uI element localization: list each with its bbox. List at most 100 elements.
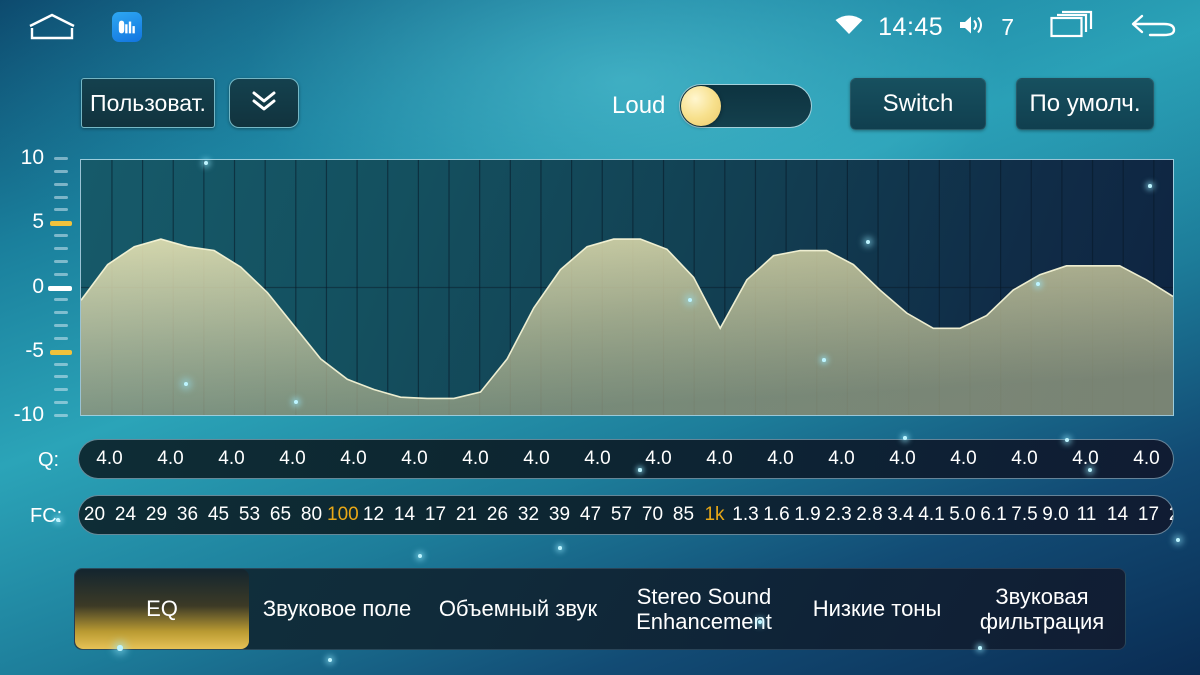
q-value-cell[interactable]: 4.0 bbox=[140, 448, 201, 470]
tab-eq[interactable]: EQ bbox=[75, 569, 249, 649]
fc-value-cell[interactable]: 29 bbox=[141, 504, 172, 526]
fc-value-cell[interactable]: 2.3 bbox=[823, 504, 854, 526]
switch-button[interactable]: Switch bbox=[850, 78, 986, 130]
fc-value-cell[interactable]: 20 bbox=[1164, 504, 1173, 526]
q-value-cell[interactable]: 4.0 bbox=[1116, 448, 1173, 470]
y-axis-tick bbox=[54, 234, 68, 238]
y-axis-tick bbox=[54, 375, 68, 379]
fc-value-cell[interactable]: 47 bbox=[575, 504, 606, 526]
y-axis-tick bbox=[54, 157, 68, 160]
q-value-cell[interactable]: 4.0 bbox=[933, 448, 994, 470]
q-values-row[interactable]: 4.0 4.0 4.0 4.0 4.0 4.0 4.0 4.0 4.0 4.0 4.0 4.0 4.0 4… bbox=[78, 439, 1174, 479]
fc-value-cell[interactable]: 39 bbox=[544, 504, 575, 526]
y-axis-label: 5 bbox=[32, 210, 44, 234]
fc-value-cell[interactable]: 6.1 bbox=[978, 504, 1009, 526]
fc-value-cell[interactable]: 70 bbox=[637, 504, 668, 526]
decorative-star bbox=[418, 554, 422, 558]
y-axis-tick bbox=[48, 285, 72, 291]
q-value-cell[interactable]: 4.0 bbox=[811, 448, 872, 470]
fc-value-cell[interactable]: 11 bbox=[1071, 504, 1102, 526]
tab-mode-2[interactable]: Объемный звук bbox=[425, 569, 611, 649]
fc-value-cell[interactable]: 3.4 bbox=[885, 504, 916, 526]
fc-value-cell[interactable]: 17 bbox=[1133, 504, 1164, 526]
fc-value-cell[interactable]: 5.0 bbox=[947, 504, 978, 526]
preset-button[interactable]: Пользоват. bbox=[81, 78, 215, 128]
q-value-cell[interactable]: 4.0 bbox=[506, 448, 567, 470]
y-axis-label: 10 bbox=[20, 146, 44, 169]
loudness-toggle[interactable] bbox=[679, 84, 813, 128]
fc-value-cell[interactable]: 45 bbox=[203, 504, 234, 526]
home-icon[interactable] bbox=[28, 12, 76, 42]
fc-value-cell[interactable]: 65 bbox=[265, 504, 296, 526]
loudness-control: Loud bbox=[612, 84, 813, 128]
y-axis-tick bbox=[54, 362, 68, 366]
fc-value-cell[interactable]: 17 bbox=[420, 504, 451, 526]
fc-value-cell[interactable]: 9.0 bbox=[1040, 504, 1071, 526]
fc-value-cell[interactable]: 20 bbox=[79, 504, 110, 526]
q-row-label: Q: bbox=[38, 449, 60, 471]
fc-value-cell[interactable]: 21 bbox=[451, 504, 482, 526]
recents-icon[interactable] bbox=[1050, 10, 1094, 45]
loudness-label: Loud bbox=[612, 92, 666, 119]
q-value-cell[interactable]: 4.0 bbox=[689, 448, 750, 470]
q-value-cell[interactable]: 4.0 bbox=[1055, 448, 1116, 470]
q-value-cell[interactable]: 4.0 bbox=[384, 448, 445, 470]
fc-value-cell[interactable]: 12 bbox=[358, 504, 389, 526]
q-value-cell[interactable]: 4.0 bbox=[79, 448, 140, 470]
q-value-cell[interactable]: 4.0 bbox=[994, 448, 1055, 470]
fc-value-cell[interactable]: 1k bbox=[699, 504, 730, 526]
fc-value-cell[interactable]: 14 bbox=[389, 504, 420, 526]
fc-value-cell[interactable]: 24 bbox=[110, 504, 141, 526]
fc-value-cell[interactable]: 26 bbox=[482, 504, 513, 526]
y-axis-tick bbox=[54, 259, 68, 263]
y-axis: 10 5 0 -5 -10 bbox=[0, 146, 82, 426]
fc-value-cell[interactable]: 4.1 bbox=[916, 504, 947, 526]
fc-value-cell[interactable]: 57 bbox=[606, 504, 637, 526]
decorative-star bbox=[328, 658, 332, 662]
q-value-cell[interactable]: 4.0 bbox=[872, 448, 933, 470]
status-bar-right: 14:45 7 bbox=[834, 10, 1178, 45]
fc-value-cell[interactable]: 85 bbox=[668, 504, 699, 526]
q-value-cell[interactable]: 4.0 bbox=[750, 448, 811, 470]
wifi-icon bbox=[834, 14, 864, 41]
y-axis-tick bbox=[54, 336, 68, 340]
y-axis-tick bbox=[54, 272, 68, 276]
fc-value-cell[interactable]: 53 bbox=[234, 504, 265, 526]
mode-tab-bar[interactable]: EQ Звуковое поле Объемный звук Stereo Sound… bbox=[74, 568, 1126, 650]
q-value-cell[interactable]: 4.0 bbox=[323, 448, 384, 470]
controls-row: Пользоват. Loud Switch По умолч. bbox=[0, 70, 1200, 136]
fc-value-cell[interactable]: 1.3 bbox=[730, 504, 761, 526]
tab-mode-5[interactable]: Звуковая фильтрация bbox=[957, 569, 1125, 649]
fc-value-cell[interactable]: 36 bbox=[172, 504, 203, 526]
y-axis-tick bbox=[54, 324, 68, 328]
volume-icon[interactable] bbox=[957, 13, 987, 42]
default-button[interactable]: По умолч. bbox=[1016, 78, 1154, 130]
preset-dropdown-button[interactable] bbox=[229, 78, 299, 128]
loudness-toggle-knob[interactable] bbox=[681, 86, 722, 126]
double-chevron-down-icon bbox=[249, 87, 279, 120]
fc-value-cell[interactable]: 80 bbox=[296, 504, 327, 526]
fc-values-row[interactable]: 20 24 29 36 45 53 65 80 100 12 14 17 21 26 32 39 47 57 70 8… bbox=[78, 495, 1174, 535]
tab-mode-1[interactable]: Звуковое поле bbox=[249, 569, 425, 649]
fc-value-cell[interactable]: 32 bbox=[513, 504, 544, 526]
tab-mode-3[interactable]: Stereo Sound Enhancement bbox=[611, 569, 797, 649]
tab-mode-4[interactable]: Низкие тоны bbox=[797, 569, 957, 649]
back-arrow-icon[interactable] bbox=[1130, 10, 1178, 45]
status-bar: 14:45 7 bbox=[0, 0, 1200, 54]
q-value-cell[interactable]: 4.0 bbox=[201, 448, 262, 470]
fc-value-cell[interactable]: 100 bbox=[327, 504, 359, 526]
q-value-cell[interactable]: 4.0 bbox=[567, 448, 628, 470]
q-value-cell[interactable]: 4.0 bbox=[628, 448, 689, 470]
fc-value-cell[interactable]: 2.8 bbox=[854, 504, 885, 526]
fc-value-cell[interactable]: 1.6 bbox=[761, 504, 792, 526]
q-value-cell[interactable]: 4.0 bbox=[262, 448, 323, 470]
decorative-star bbox=[558, 546, 562, 550]
eq-curve-graph[interactable] bbox=[80, 159, 1174, 416]
fc-value-cell[interactable]: 14 bbox=[1102, 504, 1133, 526]
eq-curve-svg[interactable] bbox=[81, 160, 1173, 415]
fc-value-cell[interactable]: 7.5 bbox=[1009, 504, 1040, 526]
q-value-cell[interactable]: 4.0 bbox=[445, 448, 506, 470]
fc-value-cell[interactable]: 1.9 bbox=[792, 504, 823, 526]
equalizer-app-icon[interactable] bbox=[112, 12, 142, 42]
y-axis-tick bbox=[54, 311, 68, 315]
